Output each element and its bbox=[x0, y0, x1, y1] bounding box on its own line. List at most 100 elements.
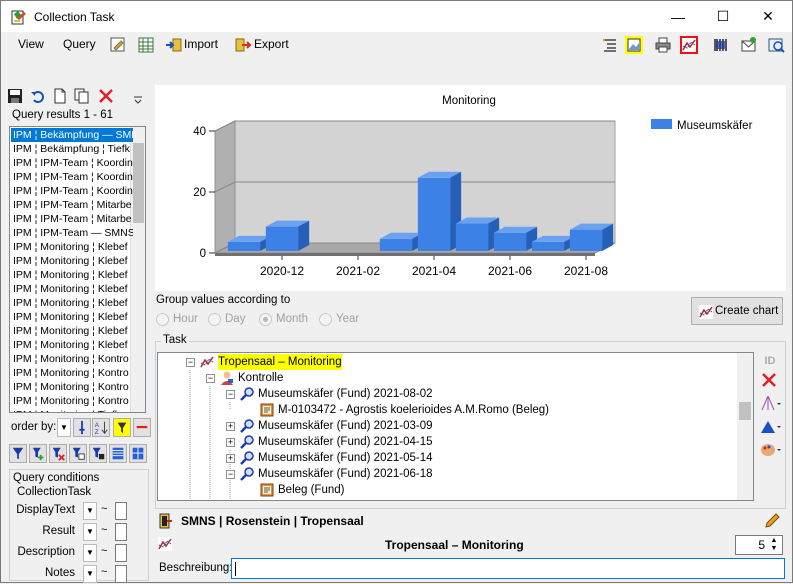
filter-list-icon[interactable] bbox=[69, 444, 87, 463]
filter-add-icon[interactable] bbox=[29, 444, 47, 463]
expand-icon[interactable]: + bbox=[226, 438, 235, 447]
tree-node-label: Kontrolle bbox=[238, 372, 284, 384]
condition-input[interactable] bbox=[115, 544, 127, 562]
query-result-row[interactable]: IPM ¦ Monitoring ¦ Klebef bbox=[11, 324, 133, 338]
condition-input[interactable] bbox=[115, 565, 127, 583]
maximize-button[interactable]: ☐ bbox=[700, 1, 746, 32]
import-icon[interactable] bbox=[165, 36, 183, 54]
minimize-button[interactable]: — bbox=[655, 1, 701, 32]
query-result-row[interactable]: IPM ¦ Monitoring ¦ Kontro bbox=[11, 352, 133, 366]
expand-icon[interactable]: + bbox=[226, 422, 235, 431]
menu-import[interactable]: Import bbox=[184, 37, 218, 51]
feedback-icon[interactable] bbox=[740, 36, 758, 54]
query-result-row[interactable]: IPM ¦ IPM-Team ¦ Mitarbe bbox=[11, 198, 133, 212]
description-input[interactable] bbox=[231, 558, 785, 579]
query-result-row[interactable]: IPM ¦ Monitoring ¦ Klebef bbox=[11, 254, 133, 268]
radio-dot-selected[interactable] bbox=[259, 313, 272, 326]
condition-op-dropdown[interactable]: ▼ bbox=[83, 565, 97, 583]
radio-dot[interactable] bbox=[156, 313, 169, 326]
collapse-icon[interactable]: − bbox=[226, 390, 235, 399]
menu-query[interactable]: Query bbox=[63, 37, 96, 51]
filter-remove-icon[interactable] bbox=[49, 444, 67, 463]
query-result-row[interactable]: IPM ¦ Monitoring ¦ Kontro bbox=[11, 394, 133, 408]
condition-input[interactable] bbox=[115, 523, 127, 541]
close-window-button[interactable]: ✕ bbox=[745, 1, 791, 32]
collapse-icon[interactable]: − bbox=[206, 374, 215, 383]
collapse-icon[interactable]: − bbox=[226, 470, 235, 479]
tree-node-label: Tropensaal – Monitoring bbox=[218, 354, 342, 370]
query-result-row[interactable]: IPM ¦ Monitoring ¦ Tiefk bbox=[11, 408, 133, 412]
query-result-row[interactable]: IPM ¦ IPM-Team — SMNS bbox=[11, 226, 133, 240]
query-result-row[interactable]: IPM ¦ Monitoring ¦ Klebef bbox=[11, 282, 133, 296]
columns-alt-icon[interactable] bbox=[129, 444, 147, 463]
edit-form-icon[interactable] bbox=[109, 36, 127, 54]
new-document-icon[interactable] bbox=[52, 88, 68, 104]
query-result-row[interactable]: IPM ¦ Bekämpfung — SMNS bbox=[11, 128, 133, 142]
remove-icon[interactable] bbox=[759, 371, 781, 391]
delete-icon[interactable] bbox=[98, 88, 114, 104]
query-result-row[interactable]: IPM ¦ Monitoring ¦ Kontro bbox=[11, 380, 133, 394]
scroll-thumb[interactable] bbox=[739, 402, 751, 420]
query-result-row[interactable]: IPM ¦ Monitoring ¦ Klebef bbox=[11, 296, 133, 310]
query-result-row[interactable]: IPM ¦ Monitoring ¦ Klebef bbox=[11, 310, 133, 324]
task-tree[interactable]: − Tropensaal – Monitoring − Kontrolle − Museu… bbox=[157, 352, 754, 501]
query-result-row[interactable]: IPM ¦ Monitoring ¦ Kontro bbox=[11, 366, 133, 380]
image-icon[interactable] bbox=[625, 36, 643, 54]
query-result-row[interactable]: IPM ¦ IPM-Team ¦ Mitarbe bbox=[11, 212, 133, 226]
copy-icon[interactable] bbox=[74, 88, 90, 104]
specimen-icon bbox=[260, 483, 274, 497]
expand-icon[interactable]: + bbox=[226, 454, 235, 463]
condition-op-dropdown[interactable]: ▼ bbox=[83, 544, 97, 562]
remove-sort-icon[interactable] bbox=[133, 418, 151, 437]
query-result-row[interactable]: IPM ¦ Monitoring ¦ Klebef bbox=[11, 268, 133, 282]
radio-dot[interactable] bbox=[208, 313, 221, 326]
id-button[interactable]: ID bbox=[759, 351, 781, 371]
spin-down-icon[interactable]: ▼ bbox=[767, 545, 781, 553]
hierarchy-up-icon[interactable] bbox=[759, 417, 781, 437]
save-icon[interactable] bbox=[7, 88, 23, 104]
menu-view[interactable]: View bbox=[18, 37, 44, 51]
query-result-row[interactable]: IPM ¦ Monitoring ¦ Klebef bbox=[11, 338, 133, 352]
print-icon[interactable] bbox=[654, 36, 672, 54]
chart-floor-edge bbox=[215, 253, 595, 256]
create-chart-button[interactable]: Create chart bbox=[691, 297, 783, 325]
filter-icon[interactable] bbox=[9, 444, 27, 463]
menu-export[interactable]: Export bbox=[254, 37, 289, 51]
sort-az-icon[interactable]: A Z bbox=[92, 418, 110, 437]
condition-op-dropdown[interactable]: ▼ bbox=[83, 502, 97, 520]
undo-icon[interactable] bbox=[30, 88, 46, 104]
query-result-row[interactable]: IPM ¦ IPM-Team ¦ Koordin bbox=[11, 184, 133, 198]
export-icon[interactable] bbox=[234, 36, 252, 54]
left-panel: Query results 1 - 61 IPM ¦ Bekämpfung — … bbox=[5, 85, 151, 583]
overflow-chevron-icon[interactable] bbox=[133, 95, 143, 105]
order-by-dropdown[interactable]: ▼ bbox=[57, 418, 71, 437]
scroll-thumb[interactable] bbox=[133, 143, 144, 223]
query-result-row[interactable]: IPM ¦ Bekämpfung ¦ Tiefk bbox=[11, 142, 133, 156]
columns-icon[interactable] bbox=[109, 444, 127, 463]
condition-input[interactable] bbox=[115, 502, 127, 520]
hierarchy-down-icon[interactable] bbox=[759, 394, 781, 414]
filter-save-icon[interactable] bbox=[89, 444, 107, 463]
table-icon[interactable] bbox=[137, 36, 155, 54]
tree-scrollbar[interactable] bbox=[737, 353, 753, 500]
condition-op-dropdown[interactable]: ▼ bbox=[83, 523, 97, 541]
edit-pencil-icon[interactable] bbox=[763, 512, 781, 530]
help-icon[interactable] bbox=[767, 36, 785, 54]
collapse-icon[interactable]: − bbox=[186, 358, 195, 367]
query-result-row[interactable]: IPM ¦ Monitoring ¦ Klebef bbox=[11, 240, 133, 254]
condition-row-description: Description ▼ ~ bbox=[9, 543, 139, 563]
query-result-row[interactable]: IPM ¦ IPM-Team ¦ Koordin bbox=[11, 156, 133, 170]
palette-icon[interactable] bbox=[759, 440, 781, 460]
tree-list-icon[interactable] bbox=[601, 36, 619, 54]
barcode-icon[interactable] bbox=[712, 36, 730, 54]
spin-up-icon[interactable]: ▲ bbox=[767, 537, 781, 545]
chart-toggle-icon[interactable] bbox=[680, 36, 698, 54]
radio-dot[interactable] bbox=[319, 313, 332, 326]
spin-value: 5 bbox=[758, 538, 765, 552]
spin-box[interactable]: 5 ▲ ▼ bbox=[735, 535, 783, 555]
query-results-list[interactable]: IPM ¦ Bekämpfung — SMNS IPM ¦ Bekämpfung … bbox=[9, 126, 146, 413]
window-title: Collection Task bbox=[34, 10, 115, 24]
sort-filter-icon[interactable] bbox=[113, 418, 131, 437]
pin-icon[interactable] bbox=[73, 418, 91, 437]
query-result-row[interactable]: IPM ¦ IPM-Team ¦ Koordin bbox=[11, 170, 133, 184]
